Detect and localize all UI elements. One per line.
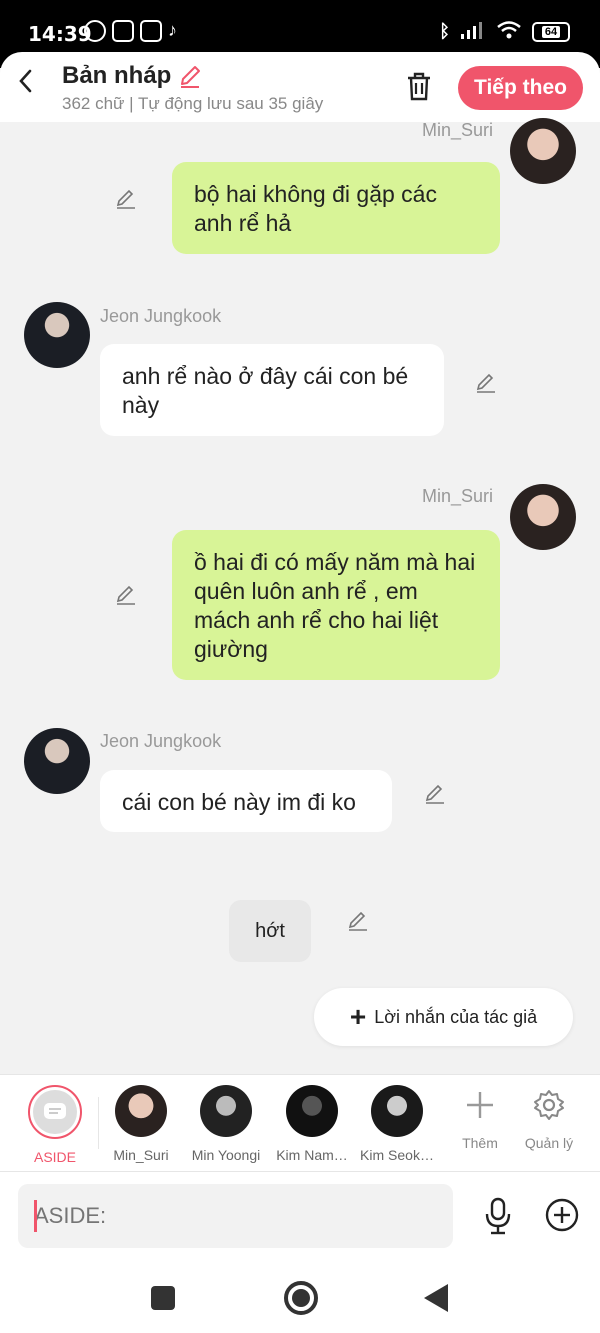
avatar-jeon-jungkook[interactable] — [24, 728, 90, 794]
text-caret — [34, 1200, 37, 1232]
avatar-min-suri[interactable] — [510, 118, 576, 184]
wifi-icon — [496, 20, 522, 43]
character-label: Min_Suri — [113, 1147, 169, 1163]
character-label: Min Yoongi — [191, 1147, 261, 1163]
tiktok-icon: ♪ — [168, 20, 177, 40]
character-kim-namjoon[interactable]: Kim Nam… — [272, 1085, 352, 1163]
edit-message-icon[interactable] — [346, 908, 370, 932]
chat-area: Min_Suri bộ hai không đi gặp các anh rể … — [0, 118, 600, 1074]
add-character-button[interactable]: Thêm — [445, 1087, 515, 1151]
editor-header: Bản nháp 362 chữ | Tự động lưu sau 35 gi… — [0, 52, 600, 122]
home-button[interactable] — [284, 1281, 318, 1315]
edit-message-icon[interactable] — [423, 781, 447, 805]
add-label: Thêm — [462, 1135, 498, 1151]
bluetooth-icon: ᛒ — [439, 21, 450, 41]
character-kim-seokjin[interactable]: Kim Seok… — [357, 1085, 437, 1163]
character-min-suri[interactable]: Min_Suri — [101, 1085, 181, 1163]
recent-apps-button[interactable] — [151, 1286, 175, 1310]
aside-avatar — [28, 1085, 82, 1139]
plus-icon: + — [349, 1001, 367, 1032]
plus-icon — [467, 1092, 493, 1118]
app-notification-icon — [112, 20, 134, 42]
signal-icon — [460, 20, 486, 43]
character-aside[interactable]: ASIDE — [15, 1085, 95, 1165]
character-label: ASIDE — [33, 1149, 76, 1165]
edit-message-icon[interactable] — [474, 370, 498, 394]
character-label: Kim Seok… — [360, 1147, 434, 1163]
avatar — [200, 1085, 252, 1137]
message-bubble[interactable]: anh rể nào ở đây cái con bé này — [100, 344, 444, 436]
message-icon — [44, 1103, 66, 1119]
page-title: Bản nháp — [62, 62, 172, 89]
message-bubble[interactable]: bộ hai không đi gặp các anh rể hả — [172, 162, 500, 254]
trash-icon[interactable] — [404, 70, 434, 102]
sender-name: Min_Suri — [422, 120, 494, 140]
sender-name: Jeon Jungkook — [100, 731, 222, 751]
battery-icon: 64 — [532, 21, 570, 42]
next-button[interactable]: Tiếp theo — [458, 66, 583, 110]
system-navigation-bar — [0, 1262, 600, 1333]
system-icons: ᛒ 64 — [439, 20, 570, 43]
notification-icons: ♪ — [84, 20, 177, 42]
character-bar: ASIDE Min_Suri Min Yoongi Kim Nam… Kim S… — [0, 1074, 600, 1172]
avatar — [286, 1085, 338, 1137]
manage-characters-button[interactable]: Quản lý — [514, 1087, 584, 1151]
system-back-button[interactable] — [424, 1284, 448, 1312]
alarm-icon — [84, 20, 106, 42]
status-time: 14:39 — [28, 22, 92, 46]
app-notification-icon — [140, 20, 162, 42]
input-bar — [0, 1172, 600, 1262]
edit-message-icon[interactable] — [114, 582, 138, 606]
avatar — [371, 1085, 423, 1137]
manage-label: Quản lý — [524, 1135, 574, 1151]
character-label: Kim Nam… — [276, 1147, 348, 1163]
word-count-autosave: 362 chữ | Tự động lưu sau 35 giây — [62, 94, 324, 113]
chevron-left-icon — [19, 69, 32, 93]
avatar-min-suri[interactable] — [510, 484, 576, 550]
gear-icon — [534, 1090, 564, 1120]
author-message-label: Lời nhắn của tác giả — [374, 1006, 538, 1027]
message-bubble[interactable]: cái con bé này im đi ko — [100, 770, 392, 832]
microphone-icon[interactable] — [482, 1196, 514, 1236]
edit-title-icon[interactable] — [177, 63, 203, 89]
title-row: Bản nháp — [62, 62, 203, 90]
narration-bubble[interactable]: hớt — [229, 900, 311, 962]
message-input[interactable] — [18, 1184, 453, 1248]
character-min-yoongi[interactable]: Min Yoongi — [186, 1085, 266, 1163]
avatar-jeon-jungkook[interactable] — [24, 302, 90, 368]
edit-message-icon[interactable] — [114, 186, 138, 210]
avatar — [115, 1085, 167, 1137]
battery-level: 64 — [541, 25, 561, 38]
back-button[interactable] — [14, 66, 38, 96]
sender-name: Min_Suri — [422, 486, 494, 506]
message-bubble[interactable]: ồ hai đi có mấy năm mà hai quên luôn anh… — [172, 530, 500, 680]
sender-name: Jeon Jungkook — [100, 306, 222, 326]
add-attachment-icon[interactable] — [545, 1198, 579, 1232]
divider — [98, 1097, 99, 1149]
author-message-button[interactable]: + Lời nhắn của tác giả — [314, 988, 573, 1046]
